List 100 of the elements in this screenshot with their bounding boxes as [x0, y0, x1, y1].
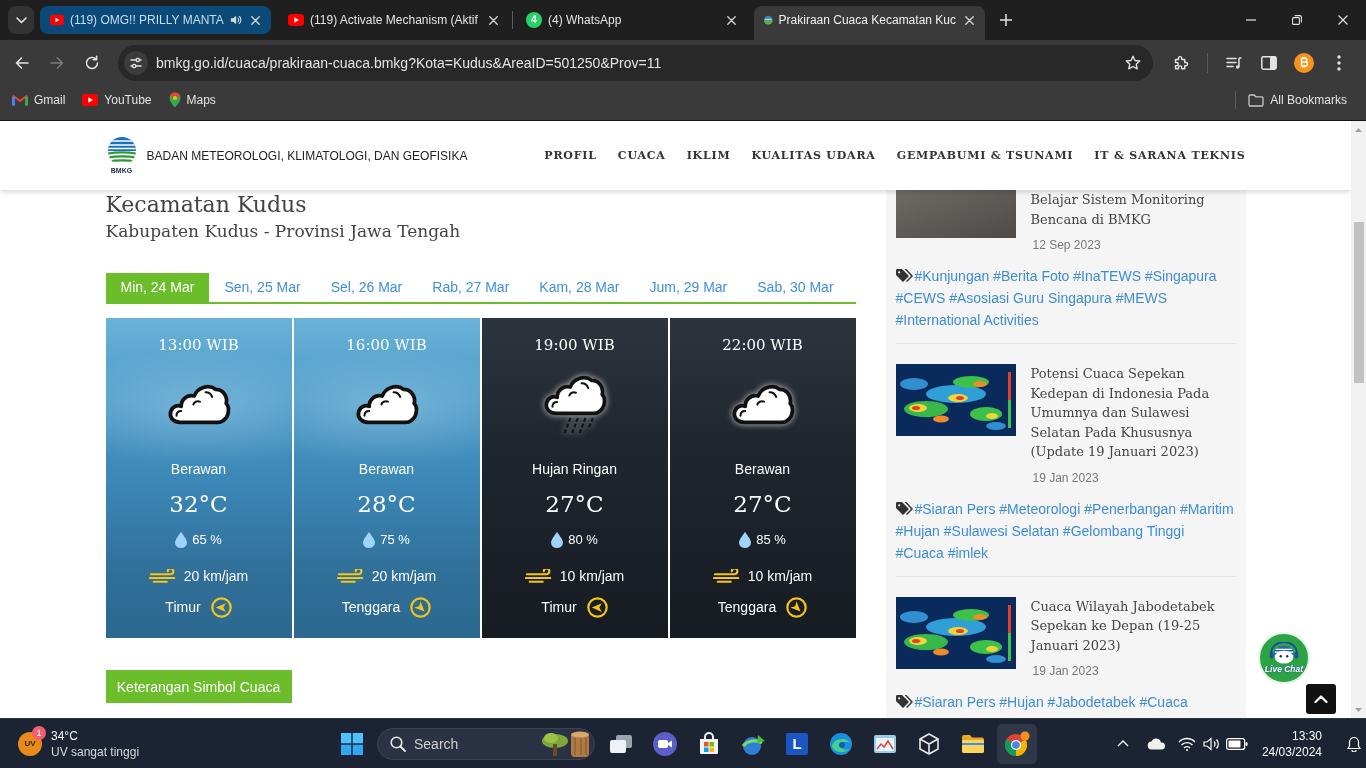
scrollbar-track[interactable]: [1351, 121, 1366, 718]
taskbar-search-button[interactable]: Search: [377, 727, 595, 760]
humidity-value: 75 %: [380, 532, 410, 548]
star-icon[interactable]: [1125, 55, 1141, 71]
restore-icon[interactable]: [1292, 15, 1302, 25]
nav-link[interactable]: GEMPABUMI & TSUNAMI: [896, 149, 1074, 162]
close-icon[interactable]: [965, 15, 974, 25]
close-icon[interactable]: [489, 15, 498, 25]
map-pin-icon: [168, 92, 181, 108]
tag-icon: [895, 269, 913, 283]
bookmark-link[interactable]: YouTube: [76, 86, 158, 114]
day-tab[interactable]: Rab, 27 Mar: [417, 273, 525, 302]
legend-button[interactable]: Keterangan Simbol Cuaca: [105, 670, 292, 703]
tag-link[interactable]: #CEWS: [895, 290, 946, 306]
browser-tab[interactable]: (119) Activate Mechanism (Aktif: [278, 6, 509, 34]
plus-icon[interactable]: [1000, 14, 1012, 26]
tag-link[interactable]: #Kunjungan: [914, 268, 990, 284]
site-logo-icon: [106, 136, 137, 165]
cube-icon: [918, 731, 940, 756]
close-window-icon[interactable]: [1338, 15, 1348, 25]
address-bar[interactable]: bmkg.go.id/cuaca/prakiraan-cuaca.bmkg?Kota=Kudus&AreaID=501250&Prov=11: [118, 45, 1153, 81]
tag-link[interactable]: #Hujan: [895, 522, 940, 539]
bell-icon[interactable]: [1347, 735, 1361, 752]
chevron-up-icon[interactable]: [1117, 740, 1129, 747]
clock-time[interactable]: 13:30: [1291, 727, 1322, 744]
nav-link[interactable]: IKLIM: [686, 149, 731, 162]
taskbar-app-button[interactable]: L: [777, 723, 817, 764]
humidity-value: 85 %: [756, 532, 786, 548]
tag-link[interactable]: #Asosiasi Guru Singapura: [949, 290, 1112, 306]
nav-link[interactable]: IT & SARANA TEKNIS: [1094, 149, 1246, 162]
back-to-top-button[interactable]: [1306, 684, 1336, 714]
close-icon[interactable]: [727, 15, 736, 25]
nav-link[interactable]: KUALITAS UDARA: [751, 149, 876, 162]
side-panel-icon[interactable]: [1261, 56, 1277, 70]
taskbar-app-button[interactable]: [997, 723, 1037, 764]
chat-count-badge: 4: [526, 12, 542, 28]
nav-link[interactable]: CUACA: [617, 149, 666, 162]
bookmark-link[interactable]: Gmail: [6, 86, 72, 114]
tag-link[interactable]: #Gelombang Tinggi: [1062, 522, 1185, 539]
menu-icon[interactable]: [1337, 55, 1341, 71]
cloud-icon[interactable]: [1147, 737, 1167, 750]
forecast-time: 13:00 WIB: [158, 335, 239, 355]
tag-link[interactable]: #Meteorologi: [999, 500, 1081, 517]
coin-icon[interactable]: [1294, 53, 1314, 73]
temperature: 28°C: [357, 490, 416, 518]
forecast-time: 22:00 WIB: [722, 335, 803, 355]
media-list-icon[interactable]: [1226, 56, 1242, 70]
day-tab[interactable]: Sab, 30 Mar: [742, 273, 849, 302]
wind-speed: 10 km/jam: [559, 567, 625, 585]
tag-link[interactable]: #imlek: [947, 544, 989, 561]
reload-icon[interactable]: [84, 55, 100, 71]
tab-list-button[interactable]: [8, 6, 34, 34]
tag-link[interactable]: #Jabodetabek: [1047, 694, 1136, 710]
day-tab[interactable]: Min, 24 Mar: [105, 273, 210, 302]
bookmark-link[interactable]: Maps: [162, 86, 222, 114]
tag-link[interactable]: #MEWS: [1115, 290, 1168, 306]
article-title[interactable]: Cuaca Wilayah Jabodetabek Sepekan ke Depan (19-25 Januari 2023): [1030, 596, 1236, 655]
day-tab[interactable]: Jum, 29 Mar: [634, 273, 743, 302]
day-tab[interactable]: Kam, 28 Mar: [524, 273, 635, 302]
tag-link[interactable]: #Singapura: [1144, 268, 1217, 284]
tag-link[interactable]: #InaTEWS: [1073, 268, 1141, 284]
day-tab[interactable]: Sel, 26 Mar: [315, 273, 418, 302]
back-arrow-icon[interactable]: [14, 55, 30, 71]
tag-link[interactable]: #International Activities: [895, 312, 1039, 328]
battery-icon[interactable]: [1226, 737, 1248, 750]
article-title[interactable]: Potensi Cuaca Sepekan Kedepan di Indonesia Pada Umumnya dan Sulawesi Selatan Pada Khususnya (Update 19 Januari 2023): [1030, 364, 1236, 462]
close-icon[interactable]: [251, 15, 260, 25]
extensions-icon[interactable]: [1173, 55, 1189, 71]
scrollbar-thumb[interactable]: [1353, 222, 1364, 383]
nav-link[interactable]: PROFIL: [544, 149, 597, 162]
video-camera-icon: [653, 731, 677, 756]
browser-tab[interactable]: 4 (4) WhatsApp: [516, 6, 747, 34]
browser-tab[interactable]: (119) OMG!! PRILLY MANTA: [40, 6, 271, 34]
tag-link[interactable]: #Siaran Pers: [914, 500, 996, 517]
tag-link[interactable]: #Penerbangan: [1084, 500, 1177, 517]
wind-speed: 10 km/jam: [747, 567, 813, 585]
clock-date[interactable]: 24/03/2024: [1261, 743, 1322, 760]
browser-tab[interactable]: Prakiraan Cuaca Kecamatan Kuc: [754, 6, 985, 40]
live-chat-button[interactable]: Live Chat: [1258, 632, 1310, 684]
tag-link[interactable]: #Cuaca: [1139, 694, 1188, 710]
wifi-icon[interactable]: [1178, 736, 1196, 751]
tag-link[interactable]: #Siaran Pers: [914, 694, 996, 710]
weather-condition: Berawan: [734, 460, 791, 478]
tag-link[interactable]: #Maritim: [1179, 500, 1234, 517]
start-icon[interactable]: [341, 732, 363, 755]
temperature-reading: 34°C: [51, 727, 79, 744]
tree-icon: [541, 729, 591, 758]
site-settings-icon[interactable]: [124, 51, 148, 75]
overlapping-squares-icon: [609, 733, 633, 754]
tag-link[interactable]: #Berita Foto: [993, 268, 1070, 284]
volume-icon[interactable]: [1203, 736, 1221, 751]
tag-link[interactable]: #Sulawesi Selatan: [943, 522, 1059, 539]
shopping-bag-icon: [697, 731, 721, 756]
bookmarks-folder-link[interactable]: All Bookmarks: [1242, 86, 1353, 114]
tag-link[interactable]: #Cuaca: [895, 544, 944, 561]
temperature: 27°C: [545, 490, 604, 518]
article-title[interactable]: Belajar Sistem Monitoring Bencana di BMKG: [1030, 190, 1236, 229]
day-tab[interactable]: Sen, 25 Mar: [209, 273, 316, 302]
tag-link[interactable]: #Hujan: [999, 694, 1044, 710]
chart-window-icon: [873, 732, 897, 755]
